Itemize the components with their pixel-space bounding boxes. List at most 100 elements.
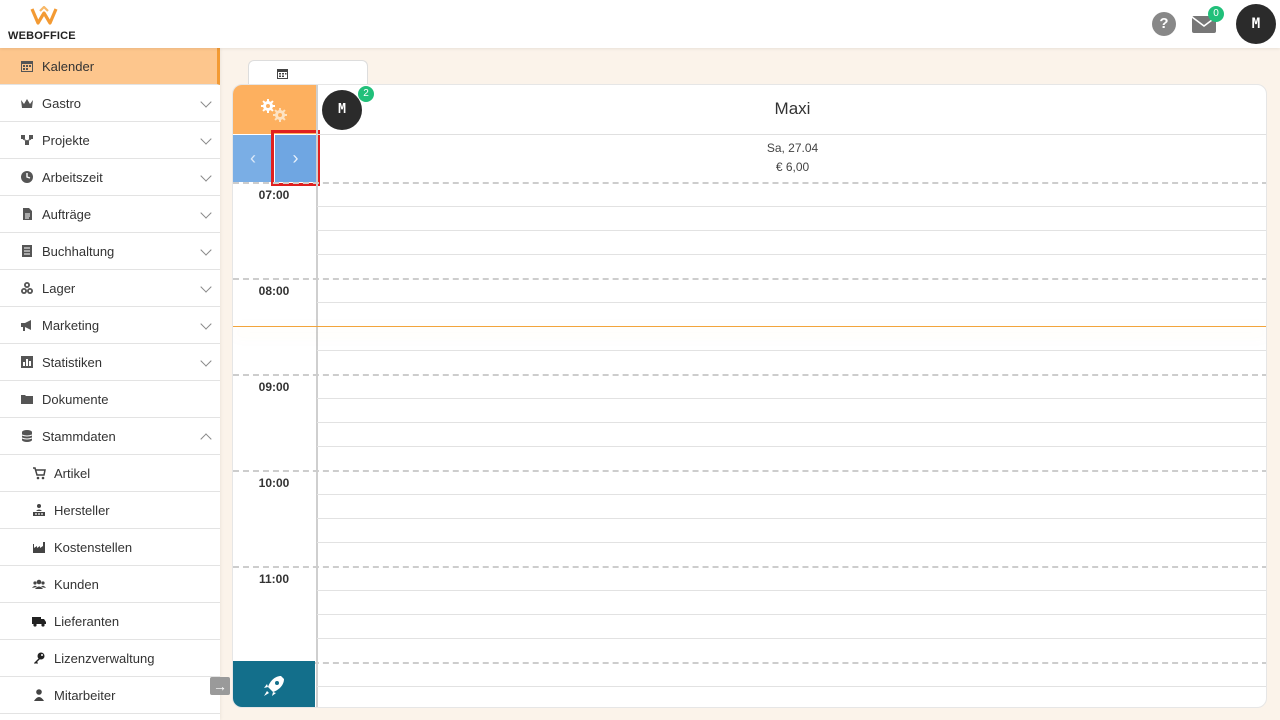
sidebar-item-statistiken[interactable]: Statistiken: [0, 344, 220, 381]
rocket-icon: [264, 676, 284, 696]
chevron-down-icon: [200, 281, 212, 293]
chart-icon: [21, 356, 33, 368]
user-icon: [34, 689, 44, 701]
document-icon: [23, 208, 32, 220]
gears-icon: [261, 99, 287, 122]
hour-line: [233, 470, 1266, 472]
time-label: 07:00: [258, 188, 290, 202]
sidebar-subitem-lizenzverwaltung[interactable]: Lizenzverwaltung: [0, 640, 220, 677]
sidebar-subitem-kunden[interactable]: Kunden: [0, 566, 220, 603]
sidebar-item-gastro[interactable]: Gastro: [0, 85, 220, 122]
quarter-line: [317, 590, 1266, 591]
sidebar-item-stammdaten[interactable]: Stammdaten: [0, 418, 220, 455]
sidebar-item-label: Marketing: [42, 317, 100, 333]
sidebar-collapse-button[interactable]: →: [210, 677, 230, 695]
ledger-icon: [22, 245, 32, 257]
sidebar-item-label: Statistiken: [42, 354, 102, 370]
calendar-icon: [21, 61, 33, 72]
sidebar-item-label: Kunden: [54, 576, 99, 592]
clock-icon: [21, 171, 33, 183]
sidebar-item-dokumente[interactable]: Dokumente: [0, 381, 220, 418]
quick-launch-button[interactable]: [233, 661, 315, 707]
sidebar-item-label: Stammdaten: [42, 428, 116, 444]
sidebar-item-projekte[interactable]: Projekte: [0, 122, 220, 159]
sidebar-item-label: Lager: [42, 280, 76, 296]
sidebar-item-lager[interactable]: Lager: [0, 270, 220, 307]
chevron-down-icon: [200, 170, 212, 182]
current-time-line: [233, 326, 1266, 327]
quarter-line: [317, 542, 1266, 543]
chevron-down-icon: [200, 96, 212, 108]
previous-day-button[interactable]: ‹: [233, 135, 273, 182]
hour-line: [233, 374, 1266, 376]
time-grid[interactable]: 07:00 08:00 09:00 10:00 11:00: [233, 182, 1266, 707]
database-icon: [21, 430, 33, 442]
crown-icon: [21, 99, 33, 108]
sidebar-subitem-hersteller[interactable]: Hersteller: [0, 492, 220, 529]
time-label: 08:00: [258, 284, 290, 298]
sidebar-subitem-artikel[interactable]: Artikel: [0, 455, 220, 492]
employee-avatar[interactable]: M: [322, 90, 362, 130]
key-icon: [34, 652, 45, 664]
help-button[interactable]: ?: [1152, 12, 1176, 36]
sidebar-subitem-lieferanten[interactable]: Lieferanten: [0, 603, 220, 640]
chevron-down-icon: [200, 318, 212, 330]
boxes-icon: [21, 282, 33, 294]
quarter-line: [317, 614, 1266, 615]
quarter-line: [317, 302, 1266, 303]
chevron-down-icon: [200, 244, 212, 256]
tab-calendar-view[interactable]: [248, 60, 368, 86]
logo-text: WEBOFFICE: [8, 30, 76, 42]
sidebar-item-buchhaltung[interactable]: Buchhaltung: [0, 233, 220, 270]
chevron-up-icon: [200, 433, 212, 445]
megaphone-icon: [21, 320, 31, 331]
employee-name: Maxi: [774, 99, 811, 118]
hour-line: [233, 278, 1266, 280]
quarter-line: [317, 254, 1266, 255]
hour-line: [233, 662, 1266, 664]
sidebar-item-arbeitszeit[interactable]: Arbeitszeit: [0, 159, 220, 196]
hour-line: [233, 566, 1266, 568]
weboffice-logo[interactable]: WEBOFFICE: [8, 6, 84, 42]
sidebar-item-label: Artikel: [54, 465, 91, 481]
sidebar-item-label: Buchhaltung: [42, 243, 115, 259]
quarter-line: [317, 206, 1266, 207]
time-label: 10:00: [258, 476, 290, 490]
sidebar-item-label: Dokumente: [42, 391, 109, 407]
sidebar-item-label: Lizenzverwaltung: [54, 650, 155, 666]
truck-icon: [32, 617, 46, 627]
calendar-icon: [277, 69, 288, 79]
sidebar-subitem-mitarbeiter[interactable]: Mitarbeiter: [0, 677, 220, 714]
chevron-down-icon: [200, 355, 212, 367]
quarter-line: [317, 518, 1266, 519]
sidebar-item-kalender[interactable]: Kalender: [0, 48, 220, 85]
quarter-line: [317, 638, 1266, 639]
user-avatar[interactable]: M: [1236, 4, 1276, 44]
chevron-down-icon: [200, 133, 212, 145]
sidebar-item-label: Projekte: [42, 132, 90, 148]
network-icon: [21, 135, 33, 145]
calendar-settings-button[interactable]: [233, 85, 316, 134]
sidebar-item-label: Arbeitszeit: [42, 169, 103, 185]
cart-icon: [33, 467, 46, 480]
quarter-line: [317, 446, 1266, 447]
sidebar-item-auftraege[interactable]: Aufträge: [0, 196, 220, 233]
quarter-line: [317, 350, 1266, 351]
logo-mark-icon: [30, 6, 58, 25]
sidebar-subitem-kostenstellen[interactable]: Kostenstellen: [0, 529, 220, 566]
time-label: 11:00: [258, 572, 290, 586]
day-amount: € 6,00: [775, 160, 810, 174]
mail-count-badge: 0: [1208, 6, 1224, 22]
quarter-line: [317, 686, 1266, 687]
sidebar-item-label: Lieferanten: [54, 613, 120, 629]
quarter-line: [317, 494, 1266, 495]
chevron-down-icon: [200, 207, 212, 219]
sidebar-item-label: Aufträge: [42, 206, 92, 222]
day-label: Sa, 27.04: [766, 141, 819, 155]
next-day-highlight: [271, 130, 320, 186]
time-label: 09:00: [258, 380, 290, 394]
quarter-line: [317, 422, 1266, 423]
sidebar-item-marketing[interactable]: Marketing: [0, 307, 220, 344]
sidebar-item-label: Kalender: [42, 58, 95, 74]
top-header: WEBOFFICE ? 0 M: [0, 0, 1280, 48]
